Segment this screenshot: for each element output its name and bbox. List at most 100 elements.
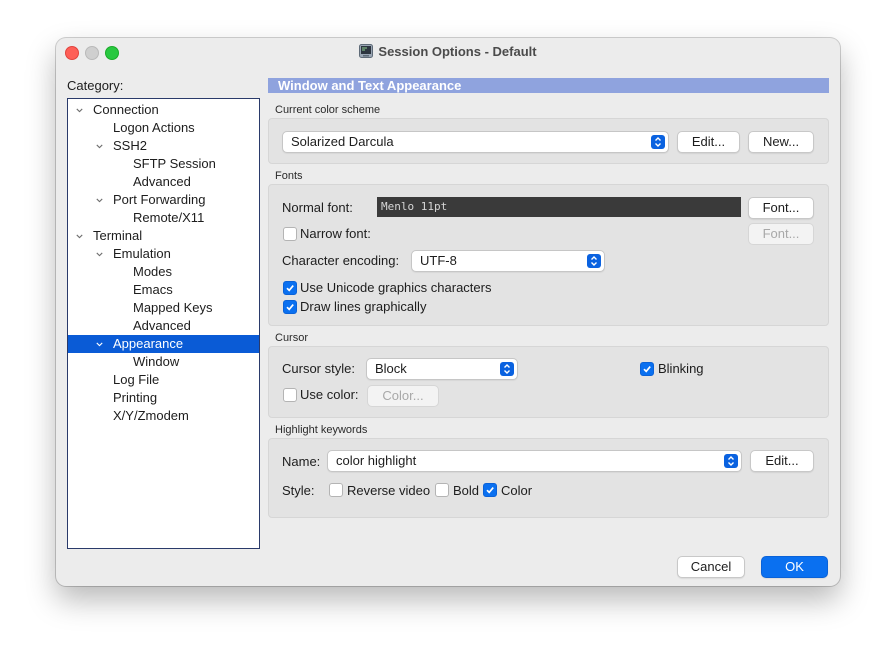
tree-item-label: Port Forwarding bbox=[113, 192, 206, 207]
tree-item-label: Emulation bbox=[113, 246, 171, 261]
chevron-down-icon[interactable] bbox=[96, 197, 103, 204]
chevron-down-icon[interactable] bbox=[96, 341, 103, 348]
bold-label: Bold bbox=[453, 483, 480, 498]
chevron-down-icon[interactable] bbox=[76, 107, 83, 114]
tree-item[interactable]: Printing bbox=[68, 389, 259, 407]
tree-item[interactable]: Window bbox=[68, 353, 259, 371]
select-arrows-icon bbox=[500, 362, 514, 376]
cursor-group bbox=[268, 346, 829, 418]
tree-item[interactable]: Logon Actions bbox=[68, 119, 259, 137]
tree-item-label: Advanced bbox=[133, 174, 191, 189]
normal-font-label: Normal font: bbox=[282, 200, 353, 215]
window-title-area: Session Options - Default bbox=[56, 38, 840, 66]
normal-font-button[interactable]: Font... bbox=[748, 197, 814, 219]
color-checkbox[interactable] bbox=[483, 483, 497, 497]
tree-item[interactable]: Emulation bbox=[68, 245, 259, 263]
cancel-button[interactable]: Cancel bbox=[677, 556, 745, 578]
session-options-window: Session Options - Default Category: Conn… bbox=[56, 38, 840, 586]
cursor-color-button[interactable]: Color... bbox=[367, 385, 439, 407]
highlight-name-select[interactable]: color highlight bbox=[327, 450, 742, 472]
tree-item-label: Printing bbox=[113, 390, 158, 405]
tree-item-label: X/Y/Zmodem bbox=[113, 408, 189, 423]
reverse-video-checkbox[interactable] bbox=[329, 483, 343, 497]
chevron-down-icon[interactable] bbox=[96, 251, 103, 258]
tree-item-label: SFTP Session bbox=[133, 156, 216, 171]
bold-checkbox[interactable] bbox=[435, 483, 449, 497]
tree-item-label: Connection bbox=[93, 102, 159, 117]
draw-lines-label: Draw lines graphically bbox=[300, 299, 427, 314]
narrow-font-label: Narrow font: bbox=[300, 226, 371, 241]
tree-item-label: Mapped Keys bbox=[133, 300, 213, 315]
checkmark-icon bbox=[643, 366, 651, 373]
checkmark-icon bbox=[286, 285, 294, 292]
character-encoding-value: UTF-8 bbox=[420, 253, 457, 268]
use-color-label: Use color: bbox=[300, 387, 359, 402]
tree-item[interactable]: SSH2 bbox=[68, 137, 259, 155]
color-label: Color bbox=[501, 483, 533, 498]
edit-highlight-button[interactable]: Edit... bbox=[750, 450, 814, 472]
cursor-style-label: Cursor style: bbox=[282, 361, 355, 376]
tree-item[interactable]: Terminal bbox=[68, 227, 259, 245]
character-encoding-select[interactable]: UTF-8 bbox=[411, 250, 605, 272]
edit-color-scheme-button[interactable]: Edit... bbox=[677, 131, 740, 153]
tree-item[interactable]: Port Forwarding bbox=[68, 191, 259, 209]
tree-item[interactable]: Emacs bbox=[68, 281, 259, 299]
color-scheme-value: Solarized Darcula bbox=[291, 134, 394, 149]
chevron-down-icon[interactable] bbox=[96, 143, 103, 150]
tree-item[interactable]: Appearance bbox=[68, 335, 259, 353]
highlight-style-label: Style: bbox=[282, 483, 315, 498]
cursor-section-label: Cursor bbox=[275, 332, 309, 344]
chevron-down-icon[interactable] bbox=[76, 233, 83, 240]
tree-item-label: Remote/X11 bbox=[133, 210, 205, 225]
tree-item-label: Advanced bbox=[133, 318, 191, 333]
app-icon bbox=[359, 40, 374, 58]
tree-item-label: Modes bbox=[133, 264, 173, 279]
use-color-checkbox[interactable] bbox=[283, 388, 297, 402]
color-scheme-select[interactable]: Solarized Darcula bbox=[282, 131, 669, 153]
tree-item[interactable]: SFTP Session bbox=[68, 155, 259, 173]
narrow-font-checkbox[interactable] bbox=[283, 227, 297, 241]
select-arrows-icon bbox=[724, 454, 738, 468]
tree-item[interactable]: Connection bbox=[68, 101, 259, 119]
select-arrows-icon bbox=[587, 254, 601, 268]
draw-lines-checkbox[interactable] bbox=[283, 300, 297, 314]
blinking-label: Blinking bbox=[658, 361, 704, 376]
tree-item[interactable]: Log File bbox=[68, 371, 259, 389]
category-label: Category: bbox=[67, 78, 124, 93]
category-tree[interactable]: Connection Logon Actions SSH2 SFTP Session A… bbox=[67, 98, 260, 549]
tree-item-label: Appearance bbox=[113, 336, 184, 351]
tree-item-label: Terminal bbox=[93, 228, 143, 243]
tree-item[interactable]: X/Y/Zmodem bbox=[68, 407, 259, 425]
tree-item-label: Logon Actions bbox=[113, 120, 195, 135]
cursor-style-select[interactable]: Block bbox=[366, 358, 518, 380]
panel-header: Window and Text Appearance bbox=[268, 78, 829, 93]
tree-item[interactable]: Remote/X11 bbox=[68, 209, 259, 227]
tree-item-label: Log File bbox=[113, 372, 160, 387]
highlight-section-label: Highlight keywords bbox=[275, 424, 368, 436]
tree-item[interactable]: Advanced bbox=[68, 173, 259, 191]
highlight-name-value: color highlight bbox=[336, 453, 417, 468]
highlight-name-label: Name: bbox=[282, 454, 321, 469]
window-title: Session Options - Default bbox=[378, 44, 537, 59]
narrow-font-button[interactable]: Font... bbox=[748, 223, 814, 245]
checkmark-icon bbox=[486, 487, 494, 494]
checkmark-icon bbox=[286, 304, 294, 311]
character-encoding-label: Character encoding: bbox=[282, 253, 400, 268]
unicode-graphics-checkbox[interactable] bbox=[283, 281, 297, 295]
select-arrows-icon bbox=[651, 135, 665, 149]
new-color-scheme-button[interactable]: New... bbox=[748, 131, 814, 153]
tree-item-label: Emacs bbox=[133, 282, 173, 297]
tree-item-label: Window bbox=[133, 354, 180, 369]
blinking-checkbox[interactable] bbox=[640, 362, 654, 376]
tree-item[interactable]: Modes bbox=[68, 263, 259, 281]
tree-item-label: SSH2 bbox=[113, 138, 147, 153]
normal-font-field: Menlo 11pt bbox=[377, 197, 741, 217]
tree-item[interactable]: Mapped Keys bbox=[68, 299, 259, 317]
unicode-graphics-label: Use Unicode graphics characters bbox=[300, 280, 492, 295]
cursor-style-value: Block bbox=[375, 361, 407, 376]
tree-item[interactable]: Advanced bbox=[68, 317, 259, 335]
title-bar: Session Options - Default bbox=[56, 38, 840, 66]
reverse-video-label: Reverse video bbox=[347, 483, 431, 498]
ok-button[interactable]: OK bbox=[761, 556, 828, 578]
fonts-section-label: Fonts bbox=[275, 170, 303, 182]
